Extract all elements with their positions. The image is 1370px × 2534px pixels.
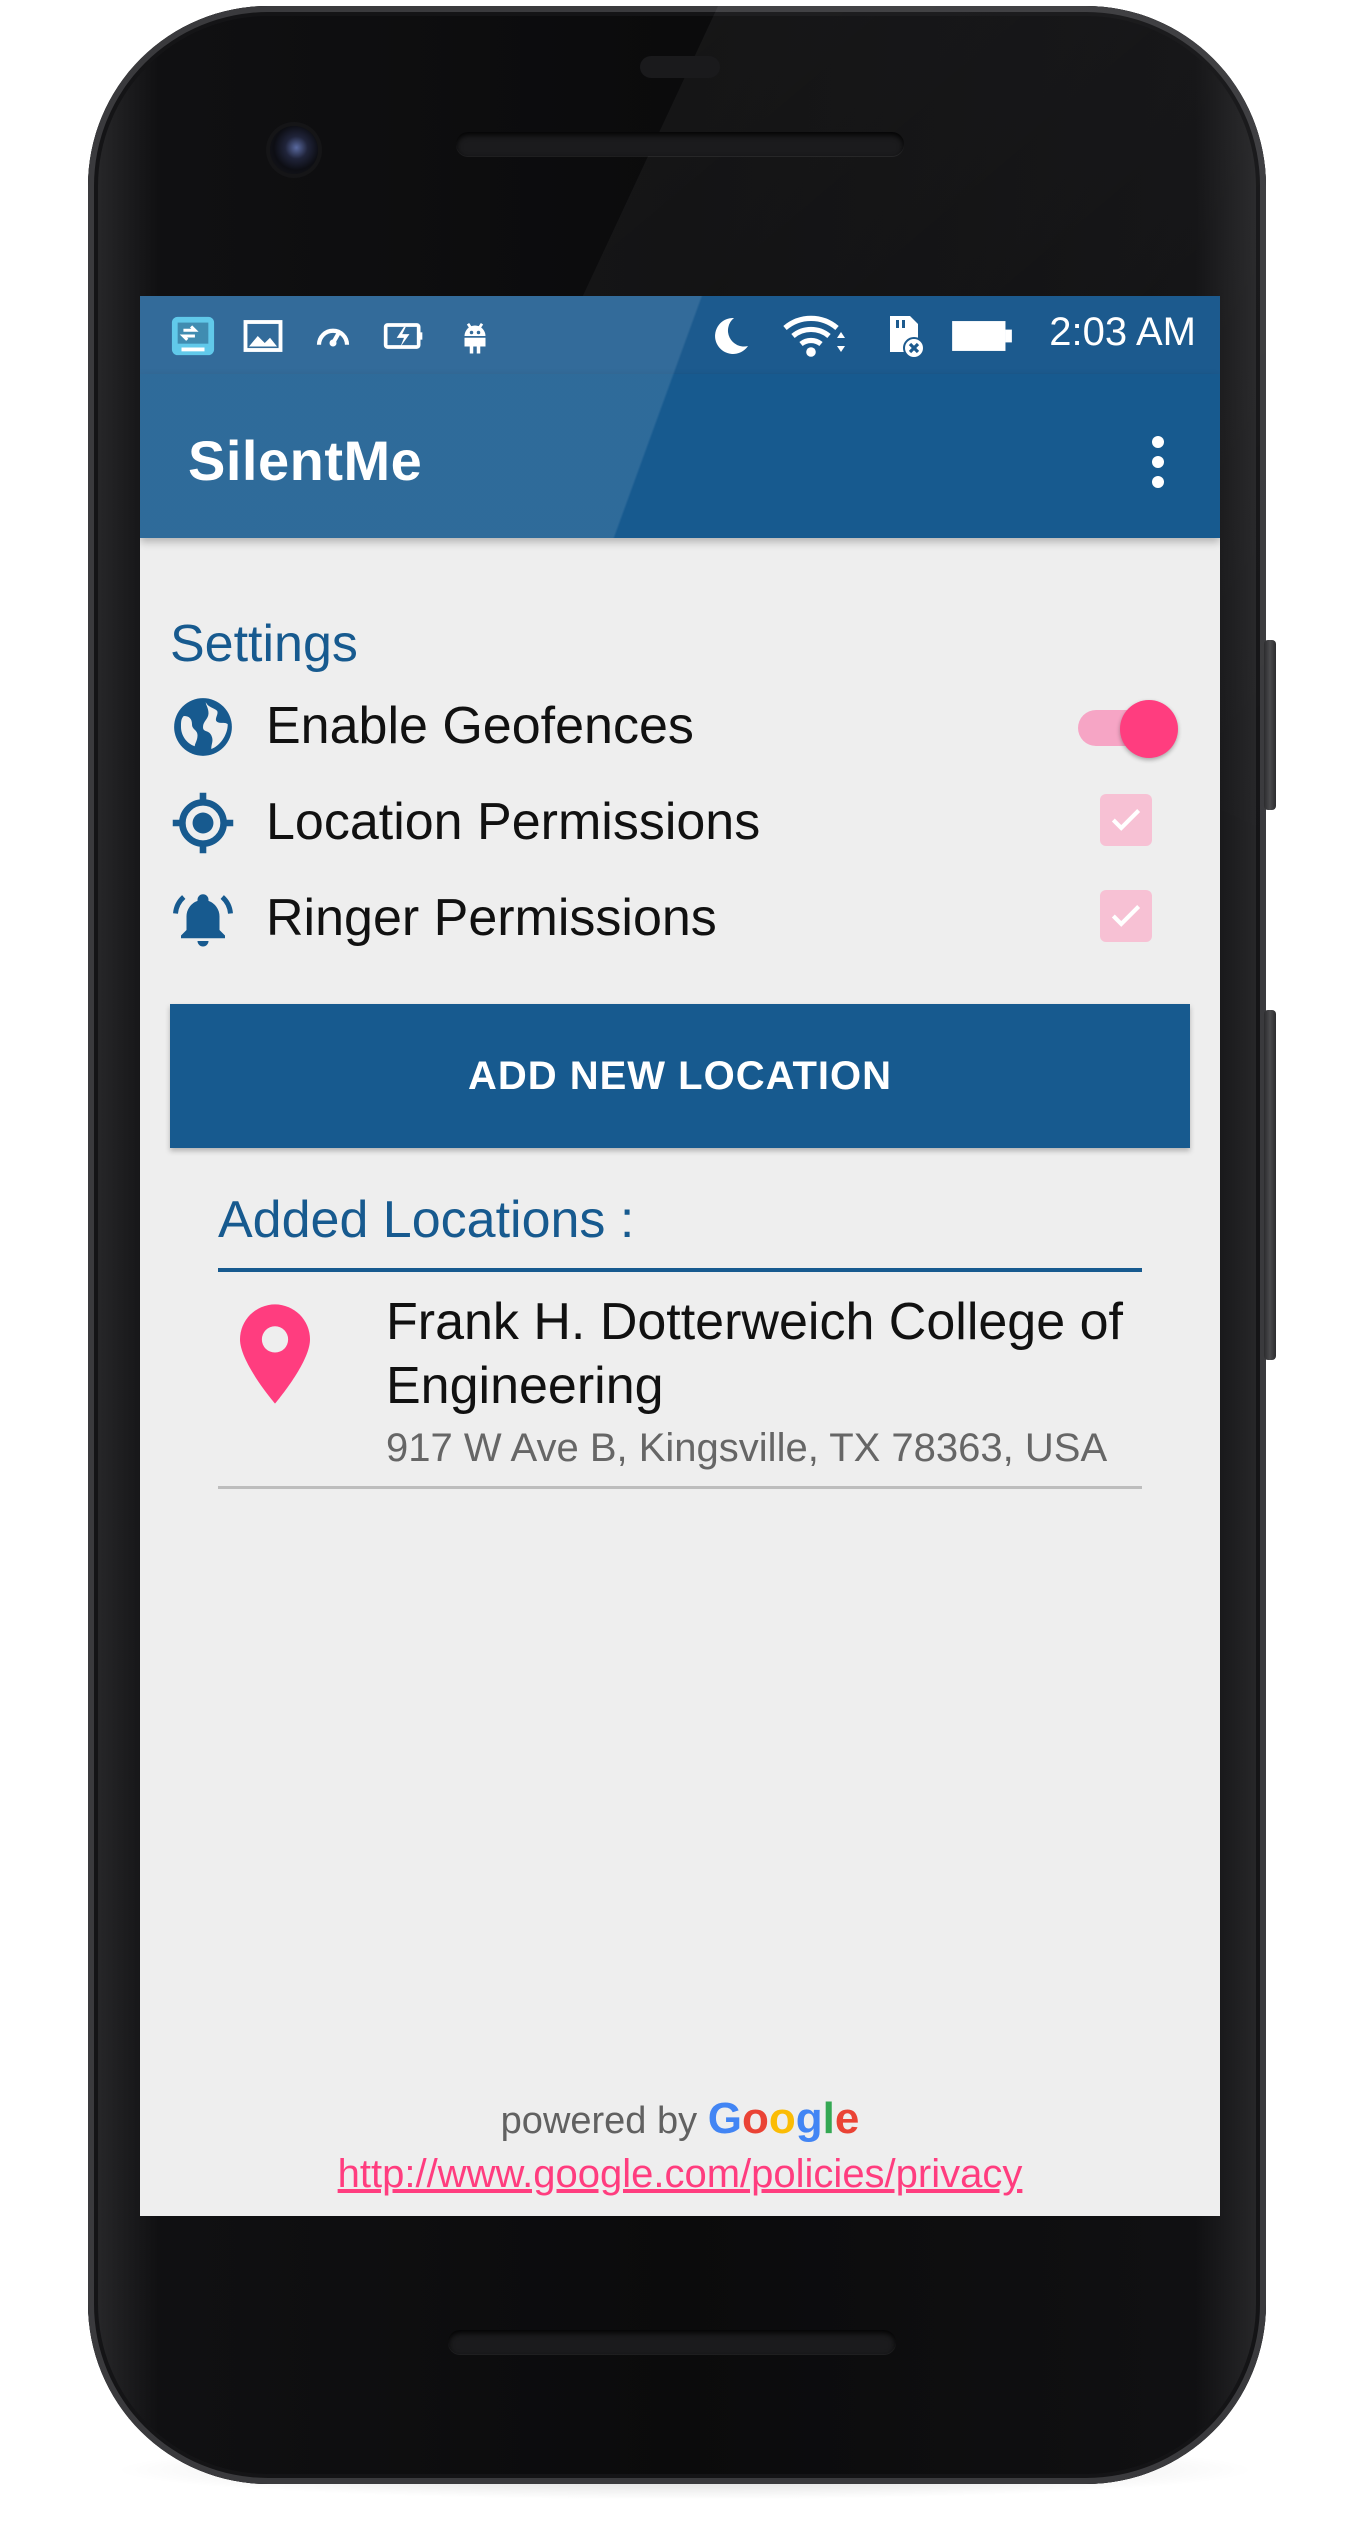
privacy-policy-link[interactable]: http://www.google.com/policies/privacy	[140, 2152, 1220, 2197]
image-icon	[242, 314, 284, 358]
earpiece-speaker	[456, 132, 904, 156]
wifi-icon	[780, 314, 850, 358]
settings-title: Settings	[170, 615, 358, 673]
setting-label: Location Permissions	[266, 793, 761, 851]
battery-saver-icon	[382, 314, 426, 358]
top-sensor-slot	[640, 56, 720, 78]
map-pin-icon	[240, 1304, 310, 1404]
speed-icon	[312, 314, 354, 358]
list-divider	[218, 1486, 1142, 1489]
location-address: 917 W Ave B, Kingsville, TX 78363, USA	[386, 1426, 1108, 1470]
added-locations-divider	[218, 1268, 1142, 1272]
android-icon	[454, 314, 496, 358]
location-permission-checkbox[interactable]	[1100, 794, 1152, 846]
location-name: Frank H. Dotterweich College of Engineer…	[386, 1293, 1123, 1415]
screen: 2:03 AM SilentMe Settings Enable Geofenc…	[140, 296, 1220, 2216]
add-new-location-button[interactable]: ADD NEW LOCATION	[170, 1004, 1190, 1148]
google-logo: Google	[707, 2094, 860, 2143]
sd-card-icon	[880, 314, 928, 359]
powered-by-google: powered by Google	[140, 2094, 1220, 2144]
gps-target-icon	[170, 790, 236, 856]
added-locations-title: Added Locations :	[218, 1191, 635, 1249]
setting-label: Enable Geofences	[266, 697, 694, 755]
geofence-toggle[interactable]	[1074, 694, 1180, 758]
setting-ringer-permissions[interactable]: Ringer Permissions	[170, 876, 1180, 956]
globe-icon	[170, 694, 236, 760]
bell-icon	[170, 886, 236, 952]
battery-icon	[950, 314, 1014, 358]
setting-enable-geofences[interactable]: Enable Geofences	[170, 684, 1180, 764]
moon-icon	[706, 314, 754, 358]
status-time: 2:03 AM	[1049, 310, 1196, 354]
ringer-permission-checkbox[interactable]	[1100, 890, 1152, 942]
list-item[interactable]: Frank H. Dotterweich College of Engineer…	[218, 1276, 1142, 1470]
setting-location-permissions[interactable]: Location Permissions	[170, 780, 1180, 860]
front-camera	[270, 126, 318, 174]
power-button	[1264, 640, 1276, 810]
bottom-speaker	[448, 2330, 896, 2354]
volume-button	[1264, 1010, 1276, 1360]
status-bar: 2:03 AM	[140, 296, 1220, 374]
screen-cast-icon	[170, 314, 216, 358]
toggle-thumb	[1120, 700, 1178, 758]
app-title: SilentMe	[188, 429, 423, 492]
powered-by-text: powered by	[500, 2100, 698, 2142]
setting-label: Ringer Permissions	[266, 889, 717, 947]
more-vert-icon[interactable]	[1130, 426, 1186, 498]
